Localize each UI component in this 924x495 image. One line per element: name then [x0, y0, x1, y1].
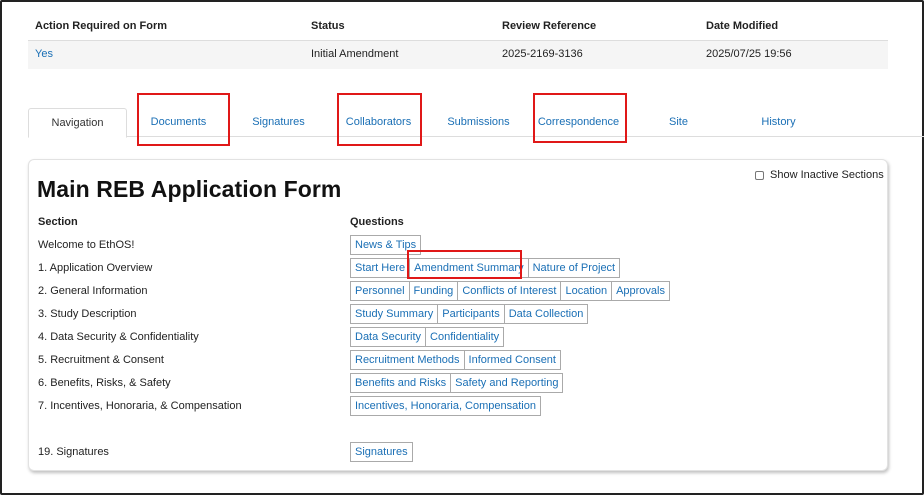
section-label: 6. Benefits, Risks, & Safety: [38, 377, 171, 389]
question-buttons: Data Security Confidentiality: [350, 327, 505, 347]
section-label: 19. Signatures: [38, 446, 109, 458]
header-review-reference: Review Reference: [502, 20, 597, 32]
summary-header-row: Action Required on Form Status Review Re…: [28, 12, 888, 41]
tab-history[interactable]: History: [729, 108, 828, 137]
header-date-modified: Date Modified: [706, 20, 779, 32]
question-confidentiality-button[interactable]: Confidentiality: [425, 327, 505, 347]
status-value: Initial Amendment: [311, 48, 399, 60]
section-label: 3. Study Description: [38, 308, 137, 320]
question-buttons: Incentives, Honoraria, Compensation: [350, 396, 541, 416]
questions-column-header: Questions: [350, 216, 404, 228]
question-location-button[interactable]: Location: [560, 281, 613, 301]
question-data-collection-button[interactable]: Data Collection: [503, 304, 589, 324]
tab-correspondence[interactable]: Correspondence: [529, 108, 628, 137]
window-frame: Action Required on Form Status Review Re…: [0, 0, 924, 495]
summary-value-row: Yes Initial Amendment 2025-2169-3136 202…: [28, 41, 888, 69]
question-buttons: Recruitment Methods Informed Consent: [350, 350, 561, 370]
section-label: 2. General Information: [38, 285, 148, 297]
question-conflicts-of-interest-button[interactable]: Conflicts of Interest: [457, 281, 562, 301]
tab-site[interactable]: Site: [629, 108, 728, 137]
question-safety-and-reporting-button[interactable]: Safety and Reporting: [450, 373, 564, 393]
tab-collaborators[interactable]: Collaborators: [329, 108, 428, 137]
tab-documents[interactable]: Documents: [129, 108, 228, 137]
show-inactive-toggle[interactable]: Show Inactive Sections: [755, 169, 884, 181]
question-signatures-button[interactable]: Signatures: [350, 442, 413, 462]
question-recruitment-methods-button[interactable]: Recruitment Methods: [350, 350, 465, 370]
question-buttons: News & Tips: [350, 235, 422, 255]
action-required-link[interactable]: Yes: [35, 48, 53, 60]
tab-navigation[interactable]: Navigation: [28, 108, 127, 138]
question-buttons: Study Summary Participants Data Collecti…: [350, 304, 589, 324]
header-action-required: Action Required on Form: [35, 20, 167, 32]
question-buttons: Start Here Amendment Summary Nature of P…: [350, 258, 621, 278]
page-title: Main REB Application Form: [37, 176, 342, 202]
question-buttons: Personnel Funding Conflicts of Interest …: [350, 281, 670, 301]
date-modified-value: 2025/07/25 19:56: [706, 48, 792, 60]
section-label: 7. Incentives, Honoraria, & Compensation: [38, 400, 242, 412]
header-status: Status: [311, 20, 345, 32]
question-participants-button[interactable]: Participants: [437, 304, 505, 324]
section-label: Welcome to EthOS!: [38, 239, 135, 251]
question-funding-button[interactable]: Funding: [408, 281, 459, 301]
section-label: 1. Application Overview: [38, 262, 153, 274]
question-buttons: Benefits and Risks Safety and Reporting: [350, 373, 564, 393]
question-start-here-button[interactable]: Start Here: [350, 258, 411, 278]
form-summary-table: Action Required on Form Status Review Re…: [28, 12, 888, 69]
question-nature-of-project-button[interactable]: Nature of Project: [527, 258, 621, 278]
question-news-tips-button[interactable]: News & Tips: [350, 235, 422, 255]
tab-submissions[interactable]: Submissions: [429, 108, 528, 137]
review-reference-value: 2025-2169-3136: [502, 48, 583, 60]
show-inactive-checkbox[interactable]: [755, 170, 764, 180]
question-benefits-and-risks-button[interactable]: Benefits and Risks: [350, 373, 452, 393]
question-amendment-summary-button[interactable]: Amendment Summary: [409, 258, 529, 278]
section-label: 4. Data Security & Confidentiality: [38, 331, 199, 343]
application-form-panel: Show Inactive Sections Main REB Applicat…: [28, 159, 888, 471]
question-data-security-button[interactable]: Data Security: [350, 327, 427, 347]
question-approvals-button[interactable]: Approvals: [611, 281, 670, 301]
question-incentives-button[interactable]: Incentives, Honoraria, Compensation: [350, 396, 541, 416]
tab-signatures[interactable]: Signatures: [229, 108, 328, 137]
question-personnel-button[interactable]: Personnel: [350, 281, 410, 301]
question-buttons: Signatures: [350, 442, 413, 462]
question-study-summary-button[interactable]: Study Summary: [350, 304, 439, 324]
show-inactive-label: Show Inactive Sections: [770, 169, 884, 181]
question-informed-consent-button[interactable]: Informed Consent: [463, 350, 561, 370]
section-column-header: Section: [38, 216, 78, 228]
section-label: 5. Recruitment & Consent: [38, 354, 164, 366]
